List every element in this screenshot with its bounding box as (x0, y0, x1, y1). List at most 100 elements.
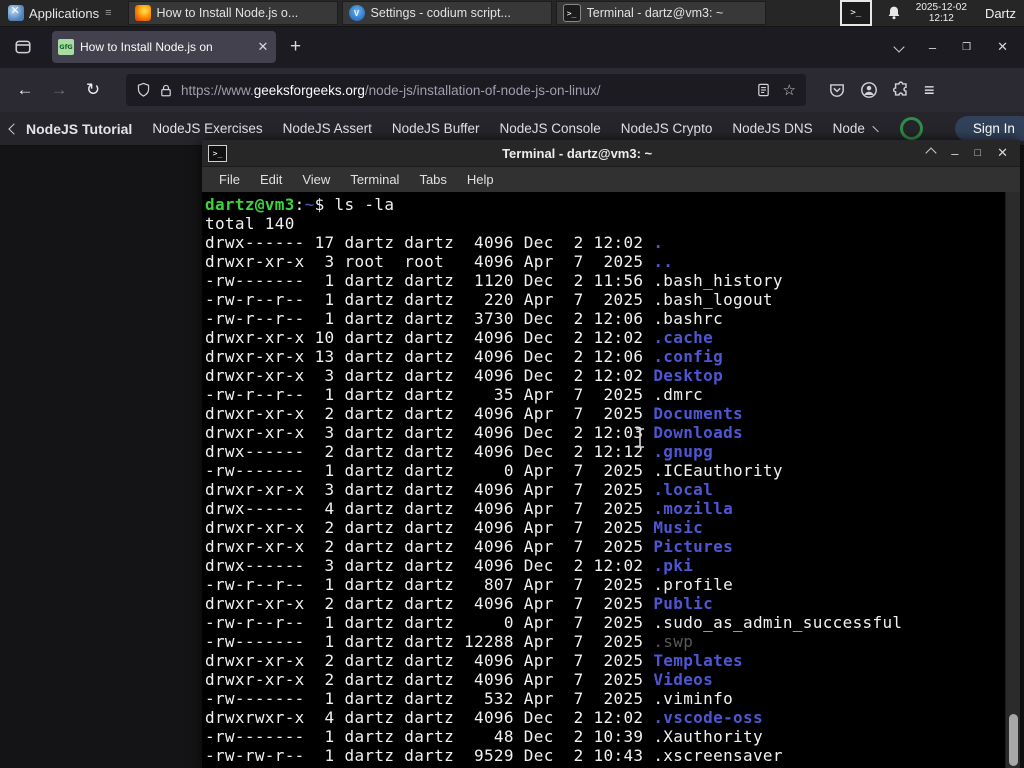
minimize-button[interactable]: – (929, 40, 936, 55)
file-name: Public (653, 594, 714, 613)
terminal-close-button[interactable]: ✕ (997, 145, 1008, 161)
sign-in-button[interactable]: Sign In (954, 116, 1024, 141)
nav-link[interactable]: NodeJS Buffer (392, 121, 480, 136)
ls-row: drwxr-xr-x 3 dartz dartz 4096 Dec 2 12:0… (205, 423, 743, 442)
ls-row: -rw-r--r-- 1 dartz dartz 35 Apr 7 2025 .… (205, 385, 704, 404)
ls-row: drwxr-xr-x 3 root root 4096 Apr 7 2025 .… (205, 252, 674, 271)
terminal-titlebar[interactable]: >_ Terminal - dartz@vm3: ~ – □ ✕ (202, 140, 1020, 166)
back-button[interactable]: ← (10, 75, 40, 105)
firefox-view-icon[interactable] (8, 33, 38, 61)
account-icon[interactable] (860, 81, 878, 99)
terminal-output[interactable]: dartz@vm3:~$ ls -la total 140 drwx------… (202, 192, 1020, 768)
reader-view-icon[interactable] (756, 82, 771, 98)
terminal-tray-icon[interactable]: >_ (839, 0, 872, 26)
nav-link[interactable]: NodeJS Console (499, 121, 600, 136)
toolbar-right-icons: ≡ (828, 80, 935, 101)
file-name: .pki (653, 556, 694, 575)
ls-row: -rw------- 1 dartz dartz 48 Dec 2 10:39 … (205, 727, 763, 746)
terminal-menu-edit[interactable]: Edit (251, 169, 291, 190)
prompt-path: ~ (304, 195, 315, 214)
file-name: .bash_logout (653, 290, 773, 309)
file-name: Pictures (653, 537, 734, 556)
active-tab[interactable]: GfG How to Install Node.js on ✕ (52, 31, 276, 63)
shield-icon[interactable] (136, 82, 151, 98)
nav-link[interactable]: NodeJS DNS (732, 121, 812, 136)
applications-label: Applications (29, 5, 100, 21)
ls-row: drwx------ 17 dartz dartz 4096 Dec 2 12:… (205, 233, 664, 252)
lock-icon[interactable] (159, 83, 173, 98)
ls-row: -rw-r--r-- 1 dartz dartz 0 Apr 7 2025 .s… (205, 613, 903, 632)
prompt-line: dartz@vm3:~$ ls -la (205, 195, 1020, 214)
menu-icon[interactable]: ≡ (924, 80, 935, 101)
file-name: Downloads (653, 423, 743, 442)
top-panel: Applications ≡ How to Install Node.js o.… (0, 0, 1024, 27)
file-name: .profile (653, 575, 734, 594)
ls-row: drwxrwxr-x 4 dartz dartz 4096 Dec 2 12:0… (205, 708, 763, 727)
panel-window-button[interactable]: How to Install Node.js o... (127, 1, 338, 25)
applications-menu-button[interactable]: Applications ≡ (0, 0, 120, 26)
ls-row: -rw------- 1 dartz dartz 0 Apr 7 2025 .I… (205, 461, 783, 480)
prompt-user: dartz@vm3 (205, 195, 295, 214)
terminal-menu-tabs[interactable]: Tabs (410, 169, 455, 190)
terminal-scrollbar-thumb[interactable] (1009, 714, 1018, 766)
file-name: Templates (653, 651, 743, 670)
terminal-menu-help[interactable]: Help (458, 169, 503, 190)
window-button-label: Settings - codium script... (370, 6, 511, 20)
ls-row: drwx------ 4 dartz dartz 4096 Apr 7 2025… (205, 499, 734, 518)
bookmark-star-icon[interactable]: ☆ (783, 81, 796, 99)
nav-link[interactable]: NodeJS Exercises (152, 121, 262, 136)
prompt-colon: : (294, 195, 305, 214)
clock-time: 12:12 (928, 13, 954, 24)
nav-link[interactable]: NodeJS Tutorial (8, 121, 132, 137)
file-name: .viminfo (653, 689, 734, 708)
file-name: Videos (653, 670, 714, 689)
file-name: .bashrc (653, 309, 724, 328)
terminal-maximize-button[interactable]: □ (974, 147, 981, 159)
ls-row: drwxr-xr-x 2 dartz dartz 4096 Apr 7 2025… (205, 651, 743, 670)
tab-list-chevron-icon[interactable] (893, 41, 905, 53)
file-name: .cache (653, 328, 714, 347)
file-name: .config (653, 347, 724, 366)
maximize-button[interactable]: ❒ (962, 42, 971, 53)
close-button[interactable]: ✕ (997, 39, 1008, 55)
terminal-scrollbar[interactable] (1005, 192, 1020, 768)
panel-username[interactable]: Dartz (985, 6, 1016, 21)
nav-link[interactable]: NodeJS Assert (283, 121, 372, 136)
file-name: .ICEauthority (653, 461, 783, 480)
terminal-menu-file[interactable]: File (210, 169, 249, 190)
ls-row: drwx------ 3 dartz dartz 4096 Dec 2 12:0… (205, 556, 694, 575)
shade-button[interactable] (925, 147, 937, 159)
nav-link[interactable]: Node (833, 121, 865, 136)
search-icon[interactable] (899, 117, 923, 140)
chevron-left-icon[interactable] (8, 122, 20, 135)
panel-window-button[interactable]: >_ Terminal - dartz@vm3: ~ (555, 1, 766, 25)
terminal-menu-terminal[interactable]: Terminal (341, 169, 408, 190)
chevron-right-icon[interactable] (872, 125, 879, 132)
url-bar[interactable]: https://www.geeksforgeeks.org/node-js/in… (126, 74, 806, 106)
extensions-icon[interactable] (892, 81, 910, 99)
ls-row: -rw------- 1 dartz dartz 532 Apr 7 2025 … (205, 689, 734, 708)
ls-row: drwxr-xr-x 2 dartz dartz 4096 Apr 7 2025… (205, 404, 743, 423)
text-cursor-pointer (634, 428, 646, 448)
terminal-menu-view[interactable]: View (293, 169, 339, 190)
file-name: .sudo_as_admin_successful (653, 613, 903, 632)
pocket-icon[interactable] (828, 81, 846, 99)
new-tab-button[interactable]: + (290, 36, 301, 58)
url-text[interactable]: https://www.geeksforgeeks.org/node-js/in… (181, 83, 748, 98)
file-name: Desktop (653, 366, 724, 385)
terminal-window-icon: >_ (208, 144, 227, 162)
ls-row: drwx------ 2 dartz dartz 4096 Dec 2 12:1… (205, 442, 714, 461)
file-name: Documents (653, 404, 743, 423)
tab-close-icon[interactable]: ✕ (256, 39, 270, 55)
terminal-minimize-button[interactable]: – (951, 146, 958, 161)
url-domain: geeksforgeeks.org (253, 82, 365, 98)
desktop: Applications ≡ How to Install Node.js o.… (0, 0, 1024, 768)
file-name: Music (653, 518, 704, 537)
panel-window-button[interactable]: V Settings - codium script... (341, 1, 552, 25)
notification-bell-icon[interactable] (886, 5, 902, 21)
reload-button[interactable]: ↻ (78, 75, 108, 105)
forward-button[interactable]: → (44, 75, 74, 105)
ls-row: drwxr-xr-x 2 dartz dartz 4096 Apr 7 2025… (205, 670, 714, 689)
nav-link[interactable]: NodeJS Crypto (621, 121, 713, 136)
panel-clock[interactable]: 2025-12-02 12:12 (916, 2, 967, 24)
